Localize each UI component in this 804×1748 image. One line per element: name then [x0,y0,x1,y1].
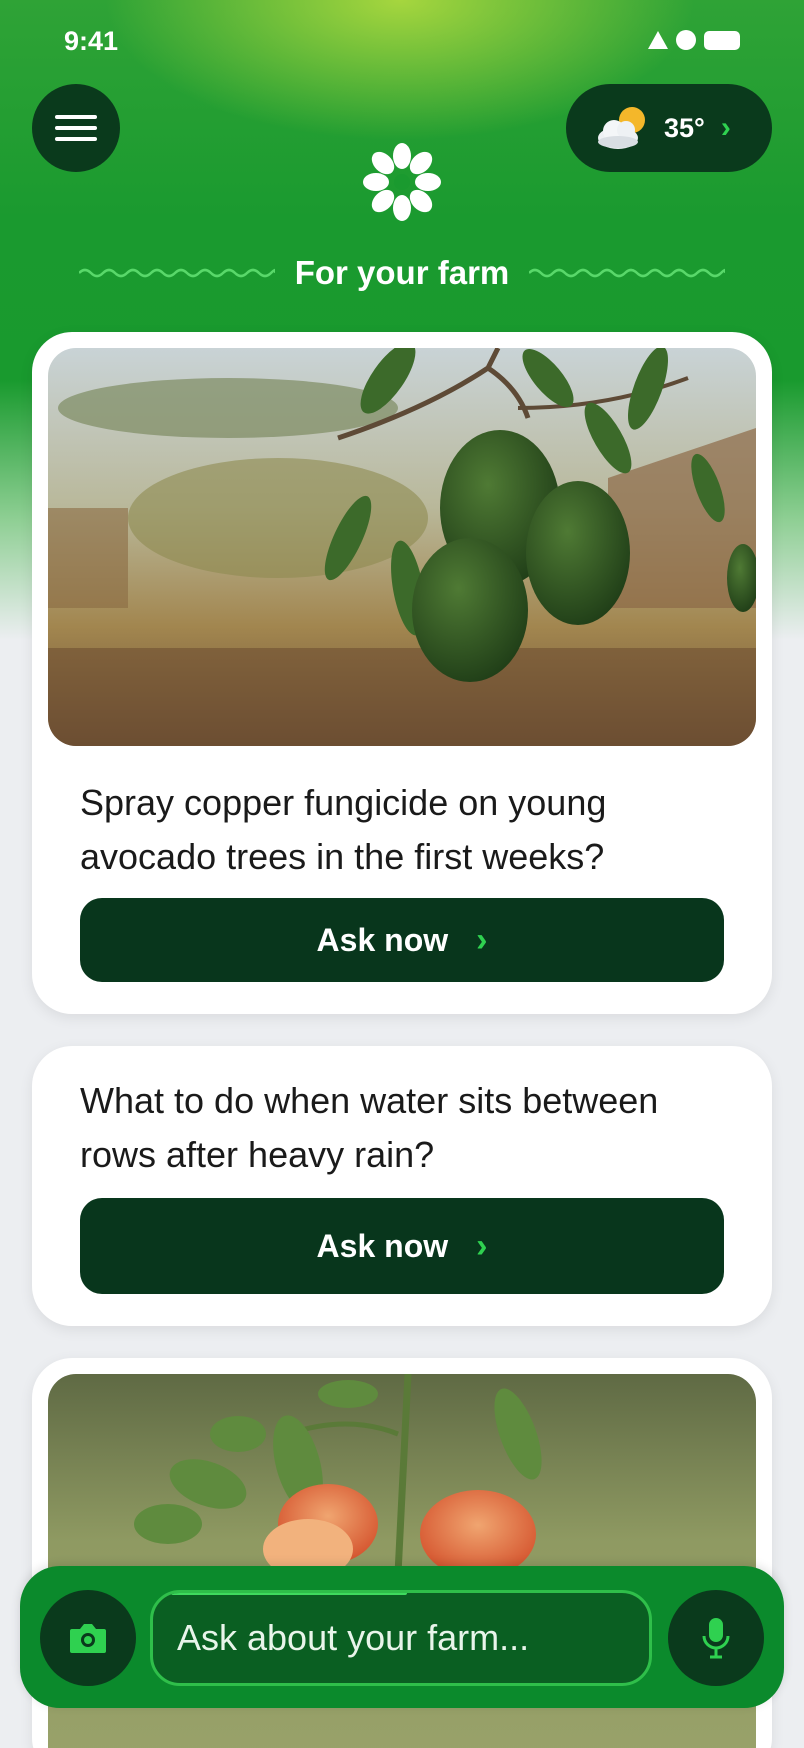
chevron-right-icon: › [720,111,731,144]
squiggle-divider-right [529,268,726,278]
recommendation-card: Spray copper fungicide on young avocado … [32,332,772,1014]
section-header: For your farm [0,248,804,298]
card-question: What to do when water sits between rows … [80,1080,659,1175]
partly-cloudy-icon [598,107,645,149]
signal-icon [648,31,668,49]
menu-button[interactable] [32,84,120,172]
ask-input[interactable] [153,1593,649,1683]
microphone-button[interactable] [668,1590,764,1686]
weather-button[interactable]: 35° › [566,84,772,172]
bottom-input-bar [20,1566,784,1708]
battery-icon [704,30,740,50]
squiggle-divider-left [78,268,275,278]
flower-logo-icon [363,143,441,221]
ask-now-button[interactable]: Ask now › [80,1198,724,1294]
wifi-icon [676,30,696,50]
weather-temperature: 35° [664,112,705,143]
avocado-tree-photo [48,348,756,746]
ask-now-label: Ask now [316,921,449,958]
chevron-right-icon: › [476,920,488,959]
hamburger-menu-icon [55,115,97,119]
status-time: 9:41 [64,26,119,56]
camera-button[interactable] [40,1590,136,1686]
status-icons [648,30,740,50]
recommendation-card: What to do when water sits between rows … [32,1046,772,1326]
microphone-icon [702,1618,730,1659]
ask-input-container [150,1590,652,1686]
status-bar: 9:41 [0,0,804,88]
ask-now-button[interactable]: Ask now › [80,898,724,982]
section-title: For your farm [294,254,510,291]
ask-now-label: Ask now [316,1227,449,1264]
camera-icon [70,1624,106,1653]
card-question: Spray copper fungicide on young avocado … [80,782,607,877]
chevron-right-icon: › [476,1226,488,1265]
